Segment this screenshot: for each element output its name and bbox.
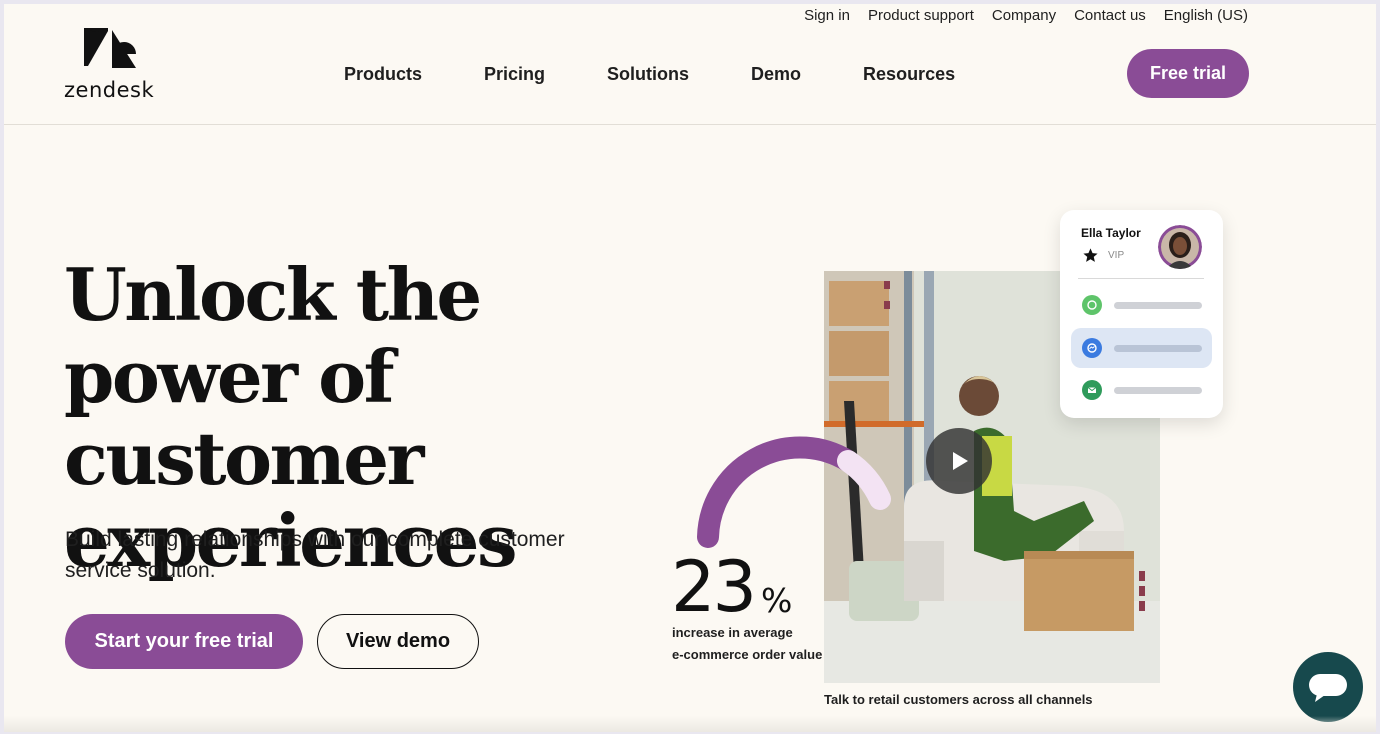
customer-profile-card: Ella Taylor VIP: [1060, 210, 1223, 418]
vip-label: VIP: [1108, 250, 1125, 261]
contact-us-link[interactable]: Contact us: [1074, 7, 1146, 24]
channel-whatsapp[interactable]: [1071, 285, 1212, 325]
page: Sign in Product support Company Contact …: [4, 4, 1376, 732]
product-support-link[interactable]: Product support: [868, 7, 974, 24]
play-icon: [953, 452, 968, 470]
star-icon: [1083, 248, 1098, 262]
nav-demo[interactable]: Demo: [751, 64, 801, 85]
card-divider: [1078, 278, 1204, 279]
company-link[interactable]: Company: [992, 7, 1056, 24]
language-selector[interactable]: English (US): [1164, 7, 1248, 24]
stat-caption-line-1: increase in average: [672, 625, 793, 640]
stat-caption-line-2: e-commerce order value: [672, 647, 823, 662]
stat-unit: %: [761, 581, 793, 620]
channel-placeholder-bar: [1114, 386, 1202, 394]
whatsapp-icon: [1082, 295, 1102, 315]
stat-caption: increase in average e-commerce order val…: [672, 622, 832, 666]
nav-pricing[interactable]: Pricing: [484, 64, 545, 85]
nav-resources[interactable]: Resources: [863, 64, 955, 85]
chat-bubble-icon: [1309, 674, 1347, 702]
logo-wordmark: zendesk: [64, 78, 155, 102]
email-icon: [1082, 380, 1102, 400]
bottom-fade: [4, 716, 1376, 732]
customer-name: Ella Taylor: [1081, 226, 1141, 240]
vip-badge: VIP: [1082, 247, 1124, 264]
avatar-image: [1158, 225, 1202, 269]
utility-nav: Sign in Product support Company Contact …: [804, 7, 1248, 24]
play-video-button[interactable]: [926, 428, 992, 494]
nav-products[interactable]: Products: [344, 64, 422, 85]
main-nav: Products Pricing Solutions Demo Resource…: [344, 64, 1017, 85]
avatar: [1158, 225, 1202, 269]
progress-arc: [697, 436, 891, 548]
channel-placeholder-bar: [1114, 344, 1202, 352]
chat-widget-button[interactable]: [1293, 652, 1363, 722]
sign-in-link[interactable]: Sign in: [804, 7, 850, 24]
start-free-trial-button[interactable]: Start your free trial: [65, 614, 303, 669]
nav-solutions[interactable]: Solutions: [607, 64, 689, 85]
channel-email[interactable]: [1071, 370, 1212, 410]
header-divider: [4, 124, 1376, 125]
stat-number: 23: [671, 546, 757, 628]
channel-messenger[interactable]: [1071, 328, 1212, 368]
media-caption: Talk to retail customers across all chan…: [824, 692, 1093, 707]
free-trial-button[interactable]: Free trial: [1127, 49, 1249, 98]
hero-subtitle: Build lasting relationships with our com…: [65, 528, 565, 582]
messenger-icon: [1082, 338, 1102, 358]
channel-placeholder-bar: [1114, 301, 1202, 309]
zendesk-logo[interactable]: zendesk: [64, 28, 164, 102]
zendesk-logo-mark-icon: [84, 28, 136, 68]
view-demo-button[interactable]: View demo: [317, 614, 479, 669]
